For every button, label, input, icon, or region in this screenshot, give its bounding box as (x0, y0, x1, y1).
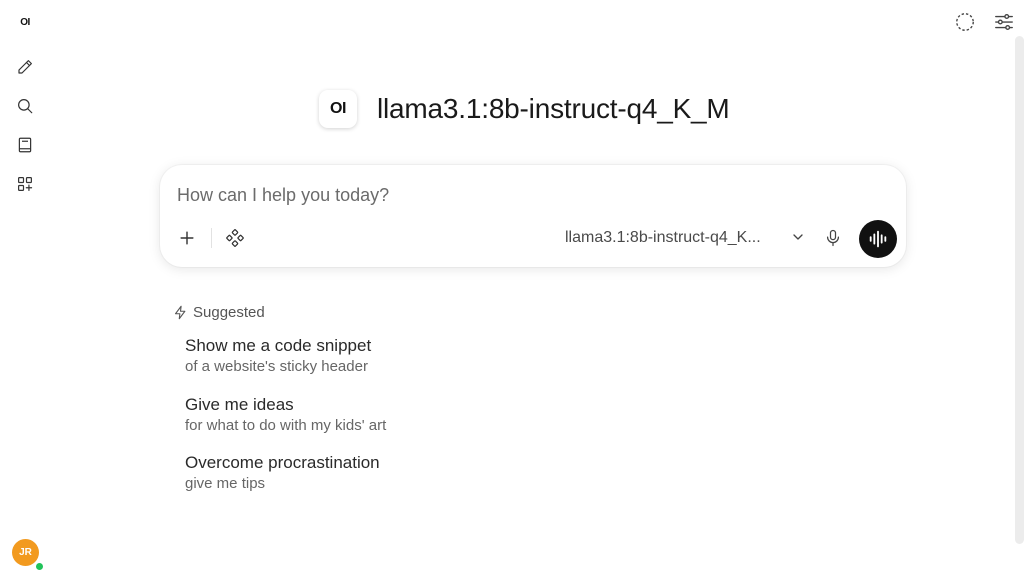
model-selector[interactable]: llama3.1:8b-instruct-q4_K... (565, 226, 803, 250)
temporary-chat-button[interactable] (953, 10, 977, 34)
scrollbar[interactable] (1015, 36, 1024, 544)
chat-controls-button[interactable] (992, 10, 1016, 34)
suggestion-item[interactable]: Overcome procrastination give me tips (185, 452, 485, 494)
workspace-button[interactable] (12, 171, 38, 197)
suggestion-title: Overcome procrastination (185, 453, 380, 472)
notes-button[interactable] (12, 132, 38, 158)
voice-waveform-icon (869, 230, 887, 248)
model-selector-chevron (790, 229, 806, 250)
chat-input-box: llama3.1:8b-instruct-q4_K... (160, 165, 906, 267)
notebook-icon (18, 137, 32, 153)
plus-icon (180, 231, 194, 245)
toolbar-divider (211, 228, 212, 248)
suggested-header: Suggested (173, 302, 265, 322)
suggestion-title: Give me ideas (185, 395, 294, 414)
online-status-dot (35, 562, 44, 571)
suggestion-item[interactable]: Show me a code snippet of a website's st… (185, 335, 485, 377)
sidebar: OI JR (0, 0, 50, 578)
tools-icon (226, 229, 244, 247)
model-header: OI llama3.1:8b-instruct-q4_K_M (319, 88, 730, 130)
microphone-icon (826, 229, 840, 247)
voice-mode-button[interactable] (859, 220, 897, 258)
suggested-label: Suggested (193, 303, 265, 321)
search-icon (18, 99, 33, 114)
app-root: OI JR OI llama3.1:8b-instruct-q4_K_M How… (0, 0, 1024, 578)
chat-input[interactable] (177, 182, 877, 208)
model-selector-label: llama3.1:8b-instruct-q4_K... (565, 229, 761, 246)
new-chat-button[interactable] (12, 54, 38, 80)
temporary-chat-icon (956, 13, 974, 31)
suggestion-subtitle: of a website's sticky header (185, 358, 368, 375)
model-title: llama3.1:8b-instruct-q4_K_M (377, 93, 730, 124)
suggestion-item[interactable]: Give me ideas for what to do with my kid… (185, 394, 485, 436)
dictate-button[interactable] (819, 224, 847, 252)
apps-icon (18, 177, 33, 191)
add-attachment-button[interactable] (173, 224, 201, 252)
tools-button[interactable] (221, 224, 249, 252)
controls-icon (995, 13, 1013, 31)
chevron-down-icon (793, 234, 803, 240)
pencil-icon (18, 60, 32, 74)
suggestion-subtitle: give me tips (185, 475, 266, 492)
app-logo[interactable]: OI (12, 10, 38, 34)
lightning-icon (174, 305, 186, 319)
search-button[interactable] (12, 93, 38, 119)
model-logo: OI (319, 90, 357, 128)
suggestion-subtitle: for what to do with my kids' art (185, 417, 387, 434)
user-avatar[interactable]: JR (12, 539, 39, 566)
suggestion-title: Show me a code snippet (185, 336, 372, 355)
